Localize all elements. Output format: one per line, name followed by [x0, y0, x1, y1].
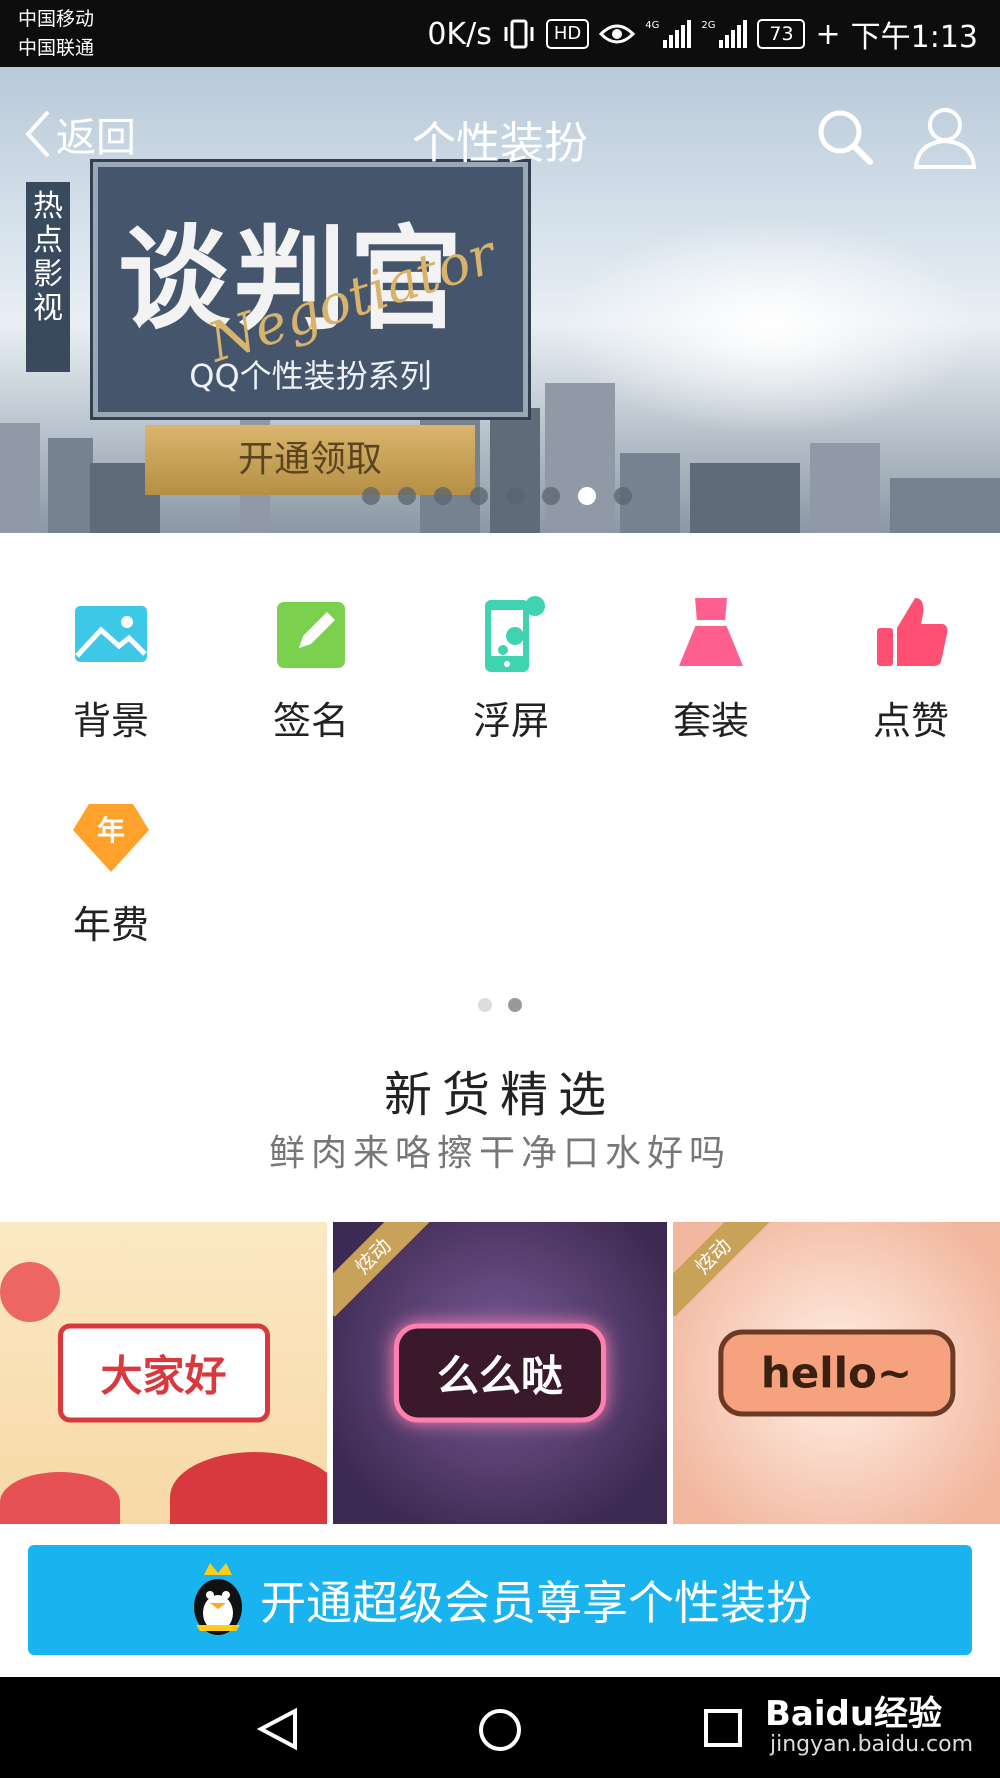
category-label: 背景 [72, 699, 149, 743]
category-label: 浮屏 [472, 699, 549, 743]
animated-ribbon: 炫动 [333, 1222, 434, 1317]
skyline-building [545, 383, 615, 533]
card-decoration [170, 1452, 327, 1524]
dress-icon [669, 592, 753, 676]
join-svip-button[interactable]: 开通超级会员尊享个性装扮 [28, 1545, 972, 1655]
battery-icon: 73 [757, 19, 806, 49]
category-background[interactable]: 背景 [31, 592, 191, 745]
hd-badge: HD [545, 19, 590, 49]
penguin-crown-icon [194, 1563, 242, 1635]
card-decoration [0, 1262, 60, 1322]
category-like[interactable]: 点赞 [831, 592, 991, 745]
recents-square-icon[interactable] [702, 1707, 744, 1749]
category-label: 签名 [272, 699, 349, 743]
banner-dot[interactable] [506, 487, 524, 505]
banner-dot[interactable] [542, 487, 560, 505]
skyline-building [690, 463, 800, 533]
thumbs-up-icon [869, 592, 953, 676]
skyline-building [0, 423, 40, 533]
section-subtitle: 鲜肉来咯擦干净口水好吗 [268, 1133, 731, 1174]
product-card[interactable]: 炫动 hello~ [673, 1222, 1000, 1524]
network-speed: 0K/s [427, 16, 492, 52]
search-icon[interactable] [815, 107, 875, 167]
user-icon[interactable] [912, 105, 978, 169]
phone-icon [469, 592, 553, 676]
activate-button[interactable]: 开通领取 [145, 425, 475, 495]
status-bar: 中国移动 中国联通 0K/s HD 4G 2G 73 + 下午1:13 [0, 0, 1000, 67]
banner-dot[interactable] [614, 487, 632, 505]
skyline-building [490, 408, 540, 533]
annual-badge-icon: 年 [69, 796, 153, 880]
banner-sky [560, 217, 980, 437]
category-label: 点赞 [872, 699, 949, 743]
carrier-1: 中国移动 [18, 8, 95, 30]
banner-subtitle: QQ个性装扮系列 [189, 357, 432, 395]
category-pagination [478, 998, 522, 1012]
charging-icon: + [815, 16, 841, 52]
back-triangle-icon[interactable] [255, 1707, 301, 1751]
svg-text:年: 年 [97, 814, 125, 847]
card-label: 么么哒 [393, 1323, 607, 1423]
image-icon [69, 592, 153, 676]
watermark-url: jingyan.baidu.com [770, 1732, 974, 1757]
category-label: 套装 [672, 699, 749, 743]
eye-icon [599, 24, 636, 44]
skyline-building [890, 478, 1000, 533]
hot-movie-tag: 热点影视 [26, 182, 70, 372]
home-circle-icon[interactable] [477, 1707, 523, 1753]
product-card[interactable]: 大家好 [0, 1222, 327, 1524]
pager-dot[interactable] [508, 998, 522, 1012]
category-float-screen[interactable]: 浮屏 [431, 592, 591, 745]
skyline-building [810, 443, 880, 533]
edit-icon [269, 592, 353, 676]
banner-billboard: 谈判官 Negotiator QQ个性装扮系列 [93, 162, 528, 417]
banner-dot[interactable] [362, 487, 380, 505]
banner-dot[interactable] [398, 487, 416, 505]
card-label: 大家好 [57, 1323, 270, 1423]
category-label: 年费 [72, 903, 149, 947]
banner-dot[interactable] [578, 487, 596, 505]
banner-dot[interactable] [470, 487, 488, 505]
product-card[interactable]: 炫动 么么哒 [333, 1222, 667, 1524]
signal-1-icon: 4G [645, 20, 692, 48]
clock: 下午1:13 [850, 20, 978, 55]
category-signature[interactable]: 签名 [231, 592, 391, 745]
card-decoration [0, 1472, 120, 1524]
carrier-2: 中国联通 [18, 37, 95, 59]
banner-dot[interactable] [434, 487, 452, 505]
pager-dot[interactable] [478, 998, 492, 1012]
category-annual-fee[interactable]: 年 年费 [31, 796, 191, 949]
promo-banner[interactable]: 热点影视 谈判官 Negotiator QQ个性装扮系列 开通领取 返回 个性装… [0, 67, 1000, 533]
category-suit[interactable]: 套装 [631, 592, 791, 745]
skyline-building [48, 438, 93, 533]
join-label: 开通超级会员尊享个性装扮 [260, 1576, 812, 1630]
card-label: hello~ [717, 1329, 956, 1417]
vibrate-icon [504, 19, 534, 49]
signal-2-icon: 2G [701, 20, 748, 48]
banner-pagination [362, 487, 632, 505]
animated-ribbon: 炫动 [673, 1222, 774, 1317]
watermark-logo: Baidu经验 [765, 1694, 943, 1734]
section-title: 新货精选 [383, 1067, 616, 1123]
